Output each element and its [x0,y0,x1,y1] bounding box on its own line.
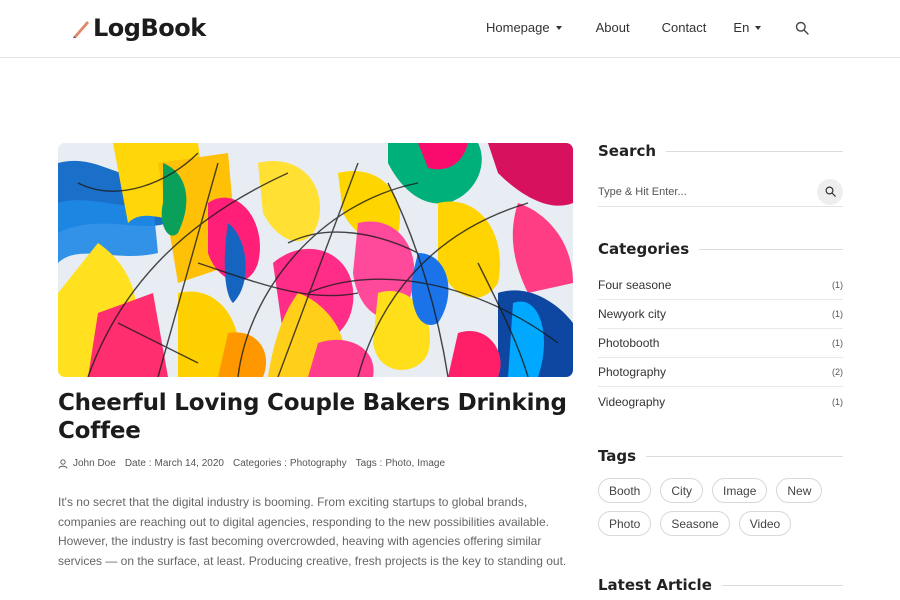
category-count: (1) [832,309,843,319]
category-count: (1) [832,396,843,407]
heading-divider [699,248,843,250]
search-icon [824,186,836,197]
heading-divider [721,584,843,586]
category-label: Photography [598,365,667,379]
category-item[interactable]: Photography (2) [598,358,843,387]
post-excerpt: It's no secret that the digital industry… [58,495,567,568]
heading-divider [646,455,843,457]
post-title[interactable]: Cheerful Loving Couple Bakers Drinking C… [58,389,578,445]
category-label: Four seasone [598,278,672,292]
sidebar-search-box [598,177,843,207]
category-label: Newyork city [598,307,667,321]
main-nav: Homepage About Contact En [486,20,810,35]
user-icon [58,458,68,469]
tag-pill[interactable]: Video [738,511,792,536]
post-categories-label: Categories : [233,458,287,469]
heading-divider [666,150,843,152]
search-heading-label: Search [598,142,657,160]
tag-pill[interactable]: New [776,478,823,503]
language-label: En [733,20,750,35]
logo-text: LogBook [93,14,206,42]
category-count: (1) [832,280,843,290]
latest-article-heading-label: Latest Article [598,576,712,594]
categories-widget-heading: Categories [598,240,843,258]
nav-homepage[interactable]: Homepage [486,20,562,35]
category-item[interactable]: Photobooth (1) [598,329,843,358]
search-icon[interactable] [795,21,810,35]
category-label: Photobooth [598,336,660,350]
tag-pill[interactable]: Seasone [660,511,730,536]
language-selector[interactable]: En [733,20,762,35]
tags-heading-label: Tags [598,447,637,465]
abstract-painting-image [58,143,573,377]
tag-pill[interactable]: City [660,478,704,503]
post-tags-label: Tags : [355,458,383,469]
pencil-icon [73,21,89,38]
tags-widget-heading: Tags [598,447,843,465]
category-list: Four seasone (1) Newyork city (1) Photob… [598,271,843,416]
category-count: (1) [832,338,843,348]
post-meta: John Doe Date : March 14, 2020 Categorie… [58,458,445,469]
nav-about[interactable]: About [596,20,630,35]
post-category-link[interactable]: Photography [290,458,347,469]
tag-pill[interactable]: Booth [598,478,652,503]
caret-down-icon [755,25,762,30]
sidebar-search-button[interactable] [817,178,843,205]
category-label: Videography [598,394,666,409]
search-widget-heading: Search [598,142,843,160]
nav-homepage-label: Homepage [486,20,550,35]
tag-pill[interactable]: Photo [598,511,652,536]
post-featured-image[interactable] [58,143,573,377]
category-count: (2) [832,367,843,377]
caret-down-icon [555,25,562,30]
post-author-link[interactable]: John Doe [73,458,116,469]
category-item[interactable]: Newyork city (1) [598,300,843,329]
latest-article-widget-heading: Latest Article [598,576,843,594]
post-tag-link-image[interactable]: Image [417,458,445,469]
tag-separator: , [411,458,415,469]
nav-contact[interactable]: Contact [662,20,707,35]
tag-pill[interactable]: Image [712,478,768,503]
site-header: LogBook Homepage About Contact En [0,0,900,58]
tag-cloud: Booth City Image New Photo Seasone Video [598,478,848,544]
site-logo[interactable]: LogBook [70,14,206,42]
post-tag-link-photo[interactable]: Photo [385,458,411,469]
sidebar-search-input[interactable] [598,185,817,198]
category-item[interactable]: Four seasone (1) [598,271,843,300]
post-date-label: Date : [124,458,152,469]
category-item[interactable]: Videography (1) [598,387,843,416]
categories-heading-label: Categories [598,240,690,258]
post-date: March 14, 2020 [154,458,225,469]
